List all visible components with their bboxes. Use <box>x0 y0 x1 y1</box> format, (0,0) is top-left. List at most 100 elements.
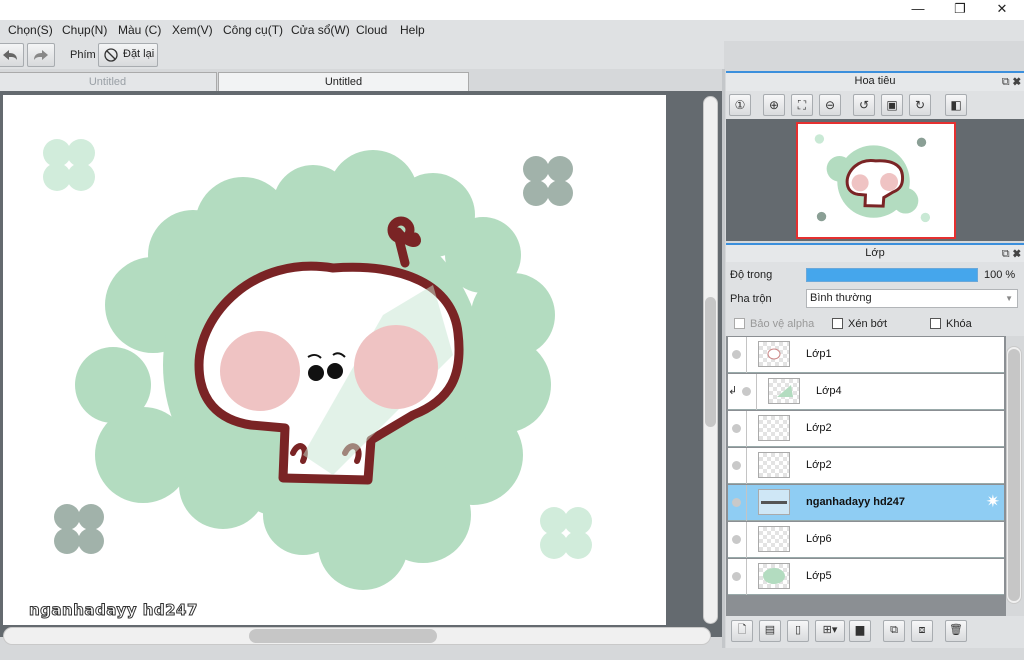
navigator-view[interactable] <box>726 119 1024 241</box>
reset-button[interactable]: Đặt lại <box>98 43 158 67</box>
thumbnail-text-strip <box>761 501 787 504</box>
redo-icon <box>34 50 48 60</box>
layer-row[interactable]: ↲ Lớp4 <box>728 374 1004 410</box>
canvas-vertical-scroll-thumb[interactable] <box>705 297 716 427</box>
watermark-text: nganhadayy hd247 <box>29 601 198 620</box>
layer-row[interactable]: Lớp5 <box>728 559 1004 595</box>
clover-bottom-left <box>54 504 104 554</box>
layer-row[interactable]: Lớp2 <box>728 448 1004 484</box>
zoom-out-icon[interactable]: ⊖ <box>819 94 841 116</box>
layer-row[interactable]: Lớp2 <box>728 411 1004 447</box>
menu-view[interactable]: Xem(V) <box>172 23 213 37</box>
blend-mode-select[interactable]: Bình thường ▼ <box>806 289 1018 308</box>
layer-thumbnail-art <box>767 348 781 360</box>
visibility-toggle-icon[interactable] <box>732 424 741 433</box>
rotate-right-icon[interactable]: ↻ <box>909 94 931 116</box>
canvas-horizontal-scrollbar[interactable] <box>3 627 711 645</box>
panel-divider[interactable] <box>722 69 725 660</box>
layer-name: Lớp1 <box>806 348 832 360</box>
layer-row-selected[interactable]: nganhadayy hd247 ✷ <box>728 485 1004 521</box>
merge-layer-icon[interactable]: ⧈ <box>911 620 933 642</box>
drawing-canvas[interactable]: nganhadayy hd247 <box>3 95 666 625</box>
right-cheek <box>354 325 438 409</box>
zoom-actual-icon[interactable]: ① <box>729 94 751 116</box>
visibility-toggle-icon[interactable] <box>732 535 741 544</box>
row-divider <box>746 485 747 521</box>
visibility-toggle-icon[interactable] <box>742 387 751 396</box>
layer-name: Lớp4 <box>816 385 842 397</box>
layer-name: Lớp5 <box>806 570 832 582</box>
new-folder-icon[interactable]: ▆ <box>849 620 871 642</box>
visibility-toggle-icon[interactable] <box>732 461 741 470</box>
visibility-toggle-icon[interactable] <box>732 350 741 359</box>
layer-list: Lớp1 ↲ Lớp4 Lớp2 Lớp2 nganhadayy hd247 ✷… <box>726 336 1006 616</box>
new-layer-menu-icon[interactable]: ⊞▾ <box>815 620 845 642</box>
layer-thumbnail <box>758 415 790 441</box>
lock-checkbox[interactable] <box>930 318 941 329</box>
layer-list-scroll-thumb[interactable] <box>1008 349 1020 601</box>
rotate-left-icon[interactable]: ↺ <box>853 94 875 116</box>
duplicate-layer-icon[interactable]: ⧉ <box>883 620 905 642</box>
navigator-panel-header: Hoa tiêu ⧉ ✖ <box>726 71 1024 91</box>
tab-untitled-2[interactable]: Untitled <box>218 72 469 92</box>
tab-untitled-1[interactable]: Untitled <box>0 72 217 92</box>
row-divider <box>746 448 747 484</box>
layer-row[interactable]: Lớp6 <box>728 522 1004 558</box>
layer-panel-title: Lớp <box>865 247 885 259</box>
clover-bottom-right <box>540 507 592 559</box>
menu-cloud[interactable]: Cloud <box>356 23 387 37</box>
layer-thumbnail-art <box>777 385 793 397</box>
fit-screen-icon[interactable]: ⛶ <box>791 94 813 116</box>
row-divider <box>746 411 747 447</box>
undo-button[interactable] <box>0 43 24 67</box>
layer-panel-window-icons[interactable]: ⧉ ✖ <box>1002 246 1021 263</box>
reset-rotation-icon[interactable]: ▣ <box>881 94 903 116</box>
clip-indicator-icon: ↲ <box>728 385 738 397</box>
layer-thumbnail <box>758 341 790 367</box>
artwork <box>43 139 592 590</box>
menu-bar: Chọn(S) Chụp(N) Màu (C) Xem(V) Công cụ(T… <box>0 20 1024 41</box>
layer-row[interactable]: Lớp1 <box>728 337 1004 373</box>
menu-select[interactable]: Chọn(S) <box>8 23 53 37</box>
protect-alpha-checkbox[interactable] <box>734 318 745 329</box>
close-button[interactable]: ✕ <box>982 0 1022 20</box>
canvas-horizontal-scroll-thumb[interactable] <box>249 629 437 643</box>
status-bar <box>0 648 1024 660</box>
layer-list-scrollbar[interactable] <box>1006 346 1022 604</box>
navigator-thumbnail[interactable] <box>796 122 956 239</box>
navigator-toolbar: ① ⊕ ⛶ ⊖ ↺ ▣ ↻ ◧ <box>726 91 1024 119</box>
prohibited-icon <box>104 48 118 62</box>
row-divider <box>746 337 747 373</box>
new-raster-layer-icon[interactable]: ▤ <box>759 620 781 642</box>
flip-horizontal-icon[interactable]: ◧ <box>945 94 967 116</box>
reset-label: Đặt lại <box>123 48 155 60</box>
zoom-in-icon[interactable]: ⊕ <box>763 94 785 116</box>
redo-button[interactable] <box>27 43 55 67</box>
canvas-vertical-scrollbar[interactable] <box>703 96 718 624</box>
menu-capture[interactable]: Chụp(N) <box>62 23 107 37</box>
maximize-button[interactable]: ❐ <box>940 0 980 20</box>
opacity-value: 100 % <box>984 269 1016 281</box>
delete-layer-icon[interactable]: 🗑 <box>945 620 967 642</box>
undo-icon <box>3 50 17 60</box>
visibility-toggle-icon[interactable] <box>732 572 741 581</box>
row-divider <box>746 522 747 558</box>
panel-window-icons[interactable]: ⧉ ✖ <box>1002 74 1021 91</box>
menu-color[interactable]: Màu (C) <box>118 23 161 37</box>
layer-name: Lớp2 <box>806 422 832 434</box>
menu-help[interactable]: Help <box>400 23 425 37</box>
menu-window[interactable]: Cửa sổ(W) <box>291 23 350 37</box>
opacity-slider[interactable] <box>806 268 978 282</box>
visibility-toggle-icon[interactable] <box>732 498 741 507</box>
minimize-button[interactable]: — <box>898 0 938 20</box>
navigator-title: Hoa tiêu <box>854 75 896 87</box>
new-text-layer-icon[interactable]: ▯ <box>787 620 809 642</box>
layer-settings-gear-icon[interactable]: ✷ <box>986 492 1000 512</box>
left-cheek <box>220 331 300 411</box>
layer-thumbnail <box>758 452 790 478</box>
clip-checkbox[interactable] <box>832 318 843 329</box>
menu-tools[interactable]: Công cụ(T) <box>223 23 283 37</box>
new-layer-icon[interactable]: 🗋 <box>731 620 753 642</box>
opacity-label: Độ trong <box>730 269 773 281</box>
row-divider <box>746 559 747 595</box>
